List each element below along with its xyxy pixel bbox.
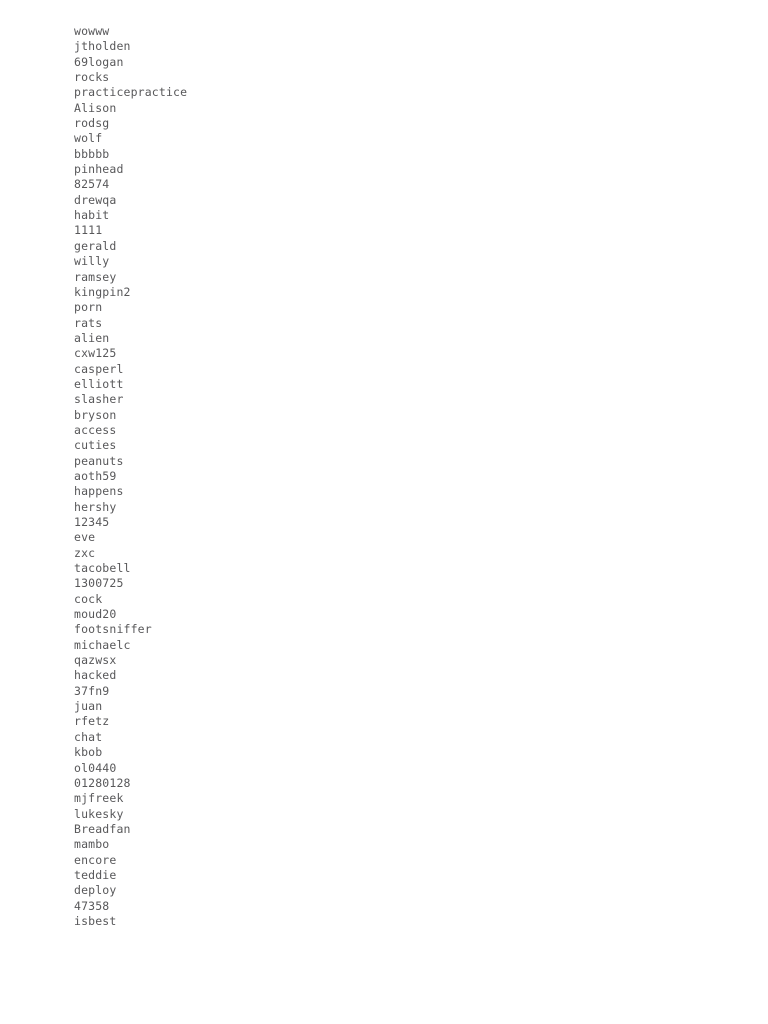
word-list-item: elliott [74,376,124,391]
word-list-item: 1111 [74,223,103,238]
word-list-item: 1300725 [74,576,124,591]
word-list-item: cock [74,591,103,606]
word-list-item: mjfreek [74,791,124,806]
word-list-item: Breadfan [74,821,131,836]
word-list-item: 12345 [74,515,110,529]
document-page: wowww jtholden 69logan rocks practicepractic… [0,0,768,1024]
word-list-item: cuties [74,438,117,453]
word-list-item: ol0440 [74,760,117,775]
word-list-item: lukesky [74,806,124,821]
word-list-item: footsniffer [74,622,152,637]
word-list-item: bbbbb [74,146,110,161]
word-list-item: rodsg [74,116,110,131]
word-list-item: moud20 [74,607,117,622]
word-list-item: qazwsx [74,653,117,668]
word-list-item: porn [74,300,103,315]
word-list-item: gerald [74,238,117,253]
word-list-item: eve [74,530,96,545]
word-list-item: isbest [74,913,117,928]
word-list-item: drewqa [74,192,117,207]
word-list-item: michaelc [74,637,131,652]
word-list-item: rats [74,315,103,330]
word-list-item: rfetz [74,714,110,729]
word-list-item: rocks [74,70,110,85]
word-list-item: habit [74,208,110,223]
word-list-item: ramsey [74,269,117,284]
word-list-item: 82574 [74,177,110,192]
word-list-item: practicepractice [74,85,188,100]
word-list-item: kbob [74,745,103,760]
word-list-item: aoth59 [74,468,117,483]
word-list-item: 01280128 [74,775,131,790]
word-list-item: deploy [74,883,117,898]
word-list-item: hacked [74,668,117,683]
word-list-item: jtholden [74,39,131,54]
word-list-item: teddie [74,867,117,882]
word-list-item: cxw125 [74,346,117,361]
word-list-item: bryson [74,407,117,422]
word-list-item: Alison [74,100,117,115]
word-list-item: 47358 [74,898,110,913]
word-list-item: chat [74,729,103,744]
word-list-item: mambo [74,837,110,852]
word-list-item: hershy [74,499,117,514]
word-list-item: alien [74,330,110,345]
word-list-item: slasher [74,392,124,407]
word-list-item: pinhead [74,162,124,177]
word-list-item: zxc [74,545,96,560]
word-list-item: willy [74,254,110,269]
word-list-item: casperl [74,361,124,376]
word-list-item: happens [74,484,124,499]
word-list-item: wowww [74,24,110,38]
word-list-item: juan [74,699,103,714]
word-list-item: peanuts [74,453,124,468]
word-list-item: tacobell [74,561,131,576]
word-list-item: encore [74,852,117,867]
word-list-item: 69logan [74,54,124,69]
word-list-item: 37fn9 [74,683,110,698]
word-list-item: kingpin2 [74,284,131,299]
word-list-item: wolf [74,131,103,146]
word-list: wowww jtholden 69logan rocks practicepractic… [74,24,187,929]
word-list-item: access [74,422,117,437]
